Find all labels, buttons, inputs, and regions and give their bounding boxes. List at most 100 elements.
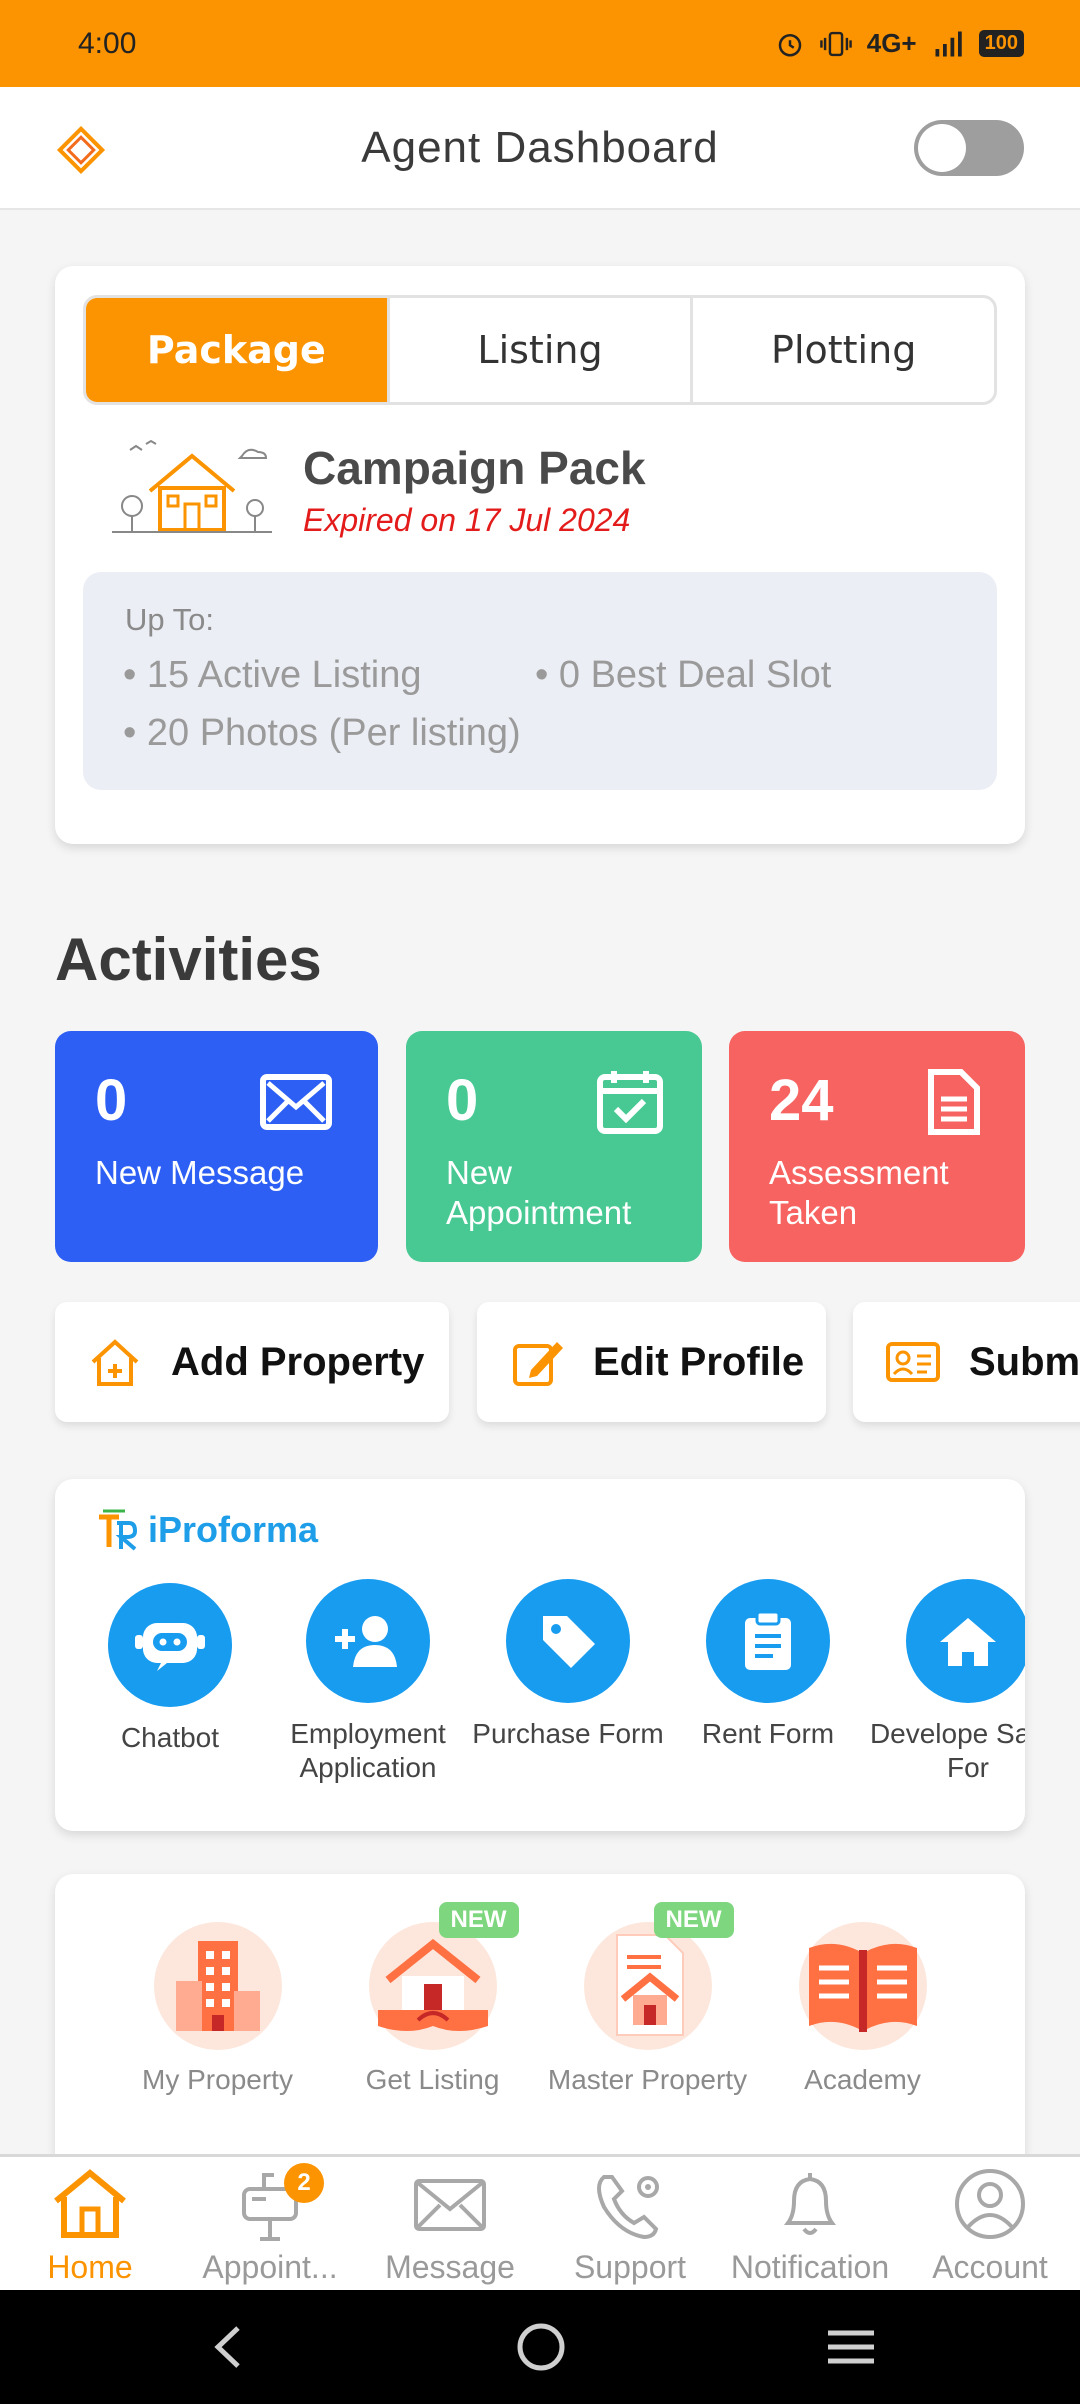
iproforma-chatbot[interactable]: Chatbot bbox=[70, 1583, 270, 1755]
nav-label: Account bbox=[932, 2249, 1048, 2285]
phone-gear-icon bbox=[597, 2175, 659, 2240]
menu-icon bbox=[828, 2330, 874, 2364]
iproforma-label: Chatbot bbox=[120, 1722, 220, 1753]
activity-count: 24 bbox=[769, 1068, 834, 1133]
house-illustration-icon bbox=[112, 439, 272, 533]
feature-item: • 20 Photos (Per listing) bbox=[123, 712, 521, 754]
app-header: Agent Dashboard bbox=[0, 87, 1080, 210]
activity-count: 0 bbox=[446, 1068, 479, 1133]
service-master-property[interactable]: NEW Master Property bbox=[540, 1902, 755, 2096]
house-handshake-icon: NEW bbox=[368, 1902, 519, 2050]
iproforma-label: Develope Sales For bbox=[869, 1718, 1025, 1783]
tab-listing[interactable]: Listing bbox=[386, 298, 691, 402]
service-academy[interactable]: Academy bbox=[755, 1922, 970, 2096]
building-icon bbox=[153, 1922, 282, 2050]
service-label: Get Listing bbox=[365, 2064, 500, 2095]
nav-support[interactable]: Support bbox=[540, 2157, 720, 2290]
robot-icon bbox=[108, 1583, 232, 1707]
service-my-property[interactable]: My Property bbox=[110, 1922, 325, 2096]
service-label: My Property bbox=[142, 2064, 293, 2095]
iproforma-rent-form[interactable]: Rent Form bbox=[668, 1579, 868, 1751]
calendar-check-icon bbox=[597, 1071, 663, 1134]
home-button[interactable] bbox=[481, 2290, 601, 2404]
upto-label: Up To: bbox=[125, 602, 215, 637]
page-title: Agent Dashboard bbox=[361, 122, 719, 172]
iproforma-title: iProforma bbox=[148, 1509, 319, 1550]
iproforma-purchase-form[interactable]: Purchase Form bbox=[468, 1579, 668, 1751]
tab-plotting[interactable]: Plotting bbox=[690, 298, 994, 402]
package-expiry: Expired on 17 Jul 2024 bbox=[303, 502, 631, 538]
nav-home[interactable]: Home bbox=[0, 2157, 180, 2290]
home-icon bbox=[906, 1579, 1025, 1703]
add-property-button[interactable]: Add Property bbox=[55, 1302, 449, 1422]
iproforma-developer-sales-form[interactable]: Develope Sales For bbox=[868, 1579, 1025, 1785]
add-user-icon bbox=[306, 1579, 430, 1703]
edit-icon bbox=[513, 1342, 563, 1386]
mode-toggle[interactable] bbox=[914, 120, 1024, 176]
activity-label: New Message bbox=[95, 1154, 305, 1191]
home-icon bbox=[54, 2169, 126, 2238]
quick-action-label: Edit Profile bbox=[593, 1339, 805, 1384]
back-icon bbox=[214, 2326, 240, 2368]
circle-home-icon bbox=[517, 2323, 565, 2371]
document-icon bbox=[928, 1069, 980, 1135]
iproforma-label: Rent Form bbox=[701, 1718, 835, 1749]
recents-button[interactable] bbox=[791, 2290, 911, 2404]
status-icons: 4G+ 100 bbox=[775, 28, 1024, 59]
activity-new-appointment[interactable]: 0 New Appointment bbox=[406, 1031, 702, 1262]
feature-item: • 0 Best Deal Slot bbox=[535, 654, 832, 696]
iproforma-logo-icon bbox=[99, 1509, 138, 1551]
vibrate-icon bbox=[819, 31, 852, 56]
back-button[interactable] bbox=[168, 2290, 288, 2404]
nav-notification[interactable]: Notification bbox=[720, 2157, 900, 2290]
id-card-icon bbox=[886, 1342, 940, 1382]
package-tabs: Package Listing Plotting bbox=[83, 295, 997, 405]
new-badge: NEW bbox=[438, 1902, 519, 1938]
quick-action-label: Add Property bbox=[171, 1339, 425, 1384]
bottom-nav: Home 2 Appoint... Message Support Notifi… bbox=[0, 2154, 1080, 2290]
tab-package[interactable]: Package bbox=[86, 298, 387, 402]
nav-label: Notification bbox=[730, 2249, 890, 2285]
tag-icon bbox=[506, 1579, 630, 1703]
feature-item: • 15 Active Listing bbox=[123, 654, 422, 696]
status-time: 4:00 bbox=[78, 26, 137, 60]
network-label: 4G+ bbox=[866, 28, 917, 58]
activity-new-message[interactable]: 0 New Message bbox=[55, 1031, 378, 1262]
nav-account[interactable]: Account bbox=[900, 2157, 1080, 2290]
signal-icon bbox=[935, 31, 962, 56]
nav-appointment[interactable]: 2 Appoint... bbox=[180, 2157, 360, 2290]
status-bar: 4:00 4G+ 100 bbox=[0, 0, 1080, 87]
nav-label: Message bbox=[385, 2249, 515, 2285]
submit-button[interactable]: Submi bbox=[853, 1302, 1080, 1422]
property-document-icon: NEW bbox=[583, 1902, 734, 2050]
appointment-count-badge: 2 bbox=[284, 2163, 324, 2203]
service-label: Master Property bbox=[547, 2064, 748, 2095]
iproforma-label: Employment Application bbox=[290, 1718, 446, 1783]
app-logo-icon[interactable] bbox=[56, 125, 106, 175]
package-card: Package Listing Plotting Campaign Pack E… bbox=[55, 266, 1025, 844]
add-home-icon bbox=[91, 1339, 139, 1386]
package-name: Campaign Pack bbox=[303, 442, 646, 494]
mail-icon bbox=[260, 1074, 332, 1130]
activity-label: Assessment Taken bbox=[769, 1154, 949, 1231]
quick-action-label: Submi bbox=[969, 1339, 1080, 1384]
clipboard-icon bbox=[706, 1579, 830, 1703]
nav-label: Appoint... bbox=[202, 2249, 338, 2285]
new-badge: NEW bbox=[653, 1902, 734, 1938]
activity-label: New Appointment bbox=[446, 1154, 632, 1231]
nav-label: Home bbox=[47, 2249, 133, 2285]
iproforma-employment-application[interactable]: Employment Application bbox=[268, 1579, 468, 1785]
book-icon bbox=[798, 1922, 927, 2050]
service-label: Academy bbox=[804, 2064, 921, 2095]
service-get-listing[interactable]: NEW Get Listing bbox=[325, 1902, 540, 2096]
package-features-box: Up To: • 15 Active Listing • 0 Best Deal… bbox=[83, 572, 997, 790]
nav-message[interactable]: Message bbox=[360, 2157, 540, 2290]
activity-assessment-taken[interactable]: 24 Assessment Taken bbox=[729, 1031, 1025, 1262]
account-icon bbox=[955, 2169, 1025, 2239]
battery-indicator: 100 bbox=[978, 30, 1024, 57]
system-nav-bar bbox=[0, 2290, 1080, 2404]
activities-title: Activities bbox=[55, 926, 322, 993]
iproforma-label: Purchase Form bbox=[472, 1718, 664, 1749]
bell-icon bbox=[784, 2173, 836, 2235]
edit-profile-button[interactable]: Edit Profile bbox=[477, 1302, 826, 1422]
